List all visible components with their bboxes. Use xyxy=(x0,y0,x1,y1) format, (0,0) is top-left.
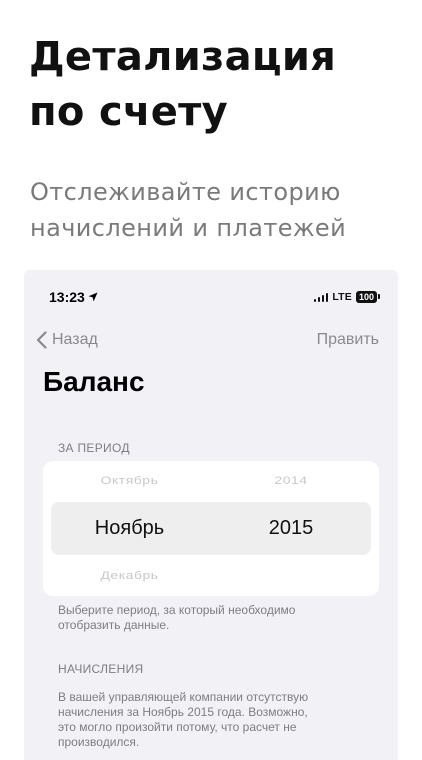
charges-message-line-3: это могло произойти потому, что расчет н… xyxy=(58,720,297,734)
location-arrow-icon xyxy=(88,292,98,302)
cellular-signal-icon xyxy=(313,292,329,302)
promo-title-line-2: по счету xyxy=(29,89,229,135)
status-time-text: 13:23 xyxy=(49,289,85,305)
period-footer-line-2: отобразить данные. xyxy=(58,618,170,632)
period-section-header: ЗА ПЕРИОД xyxy=(58,441,130,455)
month-option-prev[interactable]: Октябрь xyxy=(63,474,196,486)
battery-icon: 100 xyxy=(355,291,381,303)
network-type: LTE xyxy=(332,291,352,303)
battery-level: 100 xyxy=(358,292,374,302)
period-picker: Октябрь Ноябрь Декабрь 2014 2015 xyxy=(43,461,379,596)
charges-message: В вашей управляющей компании отсутствую … xyxy=(58,690,358,750)
charges-section-header: НАЧИСЛЕНИЯ xyxy=(58,662,144,676)
back-button[interactable]: Назад xyxy=(36,331,98,349)
month-option-next[interactable]: Декабрь xyxy=(63,569,196,581)
phone-screen: 13:23 LTE 100 Назад Править Баланс ЗА ПЕ… xyxy=(24,270,398,760)
charges-message-line-2: начисления за Ноябрь 2015 года. Возможно… xyxy=(58,705,308,719)
status-indicators: LTE 100 xyxy=(313,291,381,303)
chevron-left-icon xyxy=(36,331,47,349)
promo-title-line-1: Детализация xyxy=(29,34,337,80)
promo-subtitle-line-1: Отслеживайте историю xyxy=(30,178,341,206)
year-option-selected[interactable]: 2015 xyxy=(223,517,359,540)
charges-message-line-1: В вашей управляющей компании отсутствую xyxy=(58,690,309,704)
status-bar: 13:23 LTE 100 xyxy=(24,270,398,326)
back-button-label: Назад xyxy=(52,331,98,348)
promo-subtitle-line-2: начислений и платежей xyxy=(30,214,347,242)
period-footer-line-1: Выберите период, за который необходимо xyxy=(58,603,296,617)
navigation-bar: Назад Править xyxy=(24,326,398,356)
status-time: 13:23 xyxy=(49,289,98,305)
screen-title: Баланс xyxy=(43,366,145,397)
promo-title: Детализация по счету xyxy=(29,30,399,140)
month-option-selected[interactable]: Ноябрь xyxy=(63,517,196,540)
edit-button[interactable]: Править xyxy=(317,331,379,349)
promo-subtitle: Отслеживайте историю начислений и платеж… xyxy=(30,174,400,246)
charges-message-line-4: производился. xyxy=(58,735,140,749)
year-option-prev[interactable]: 2014 xyxy=(223,474,359,486)
year-picker-column[interactable]: 2014 2015 xyxy=(223,461,359,596)
month-picker-column[interactable]: Октябрь Ноябрь Декабрь xyxy=(63,461,196,596)
period-footer-text: Выберите период, за который необходимо о… xyxy=(58,603,358,633)
